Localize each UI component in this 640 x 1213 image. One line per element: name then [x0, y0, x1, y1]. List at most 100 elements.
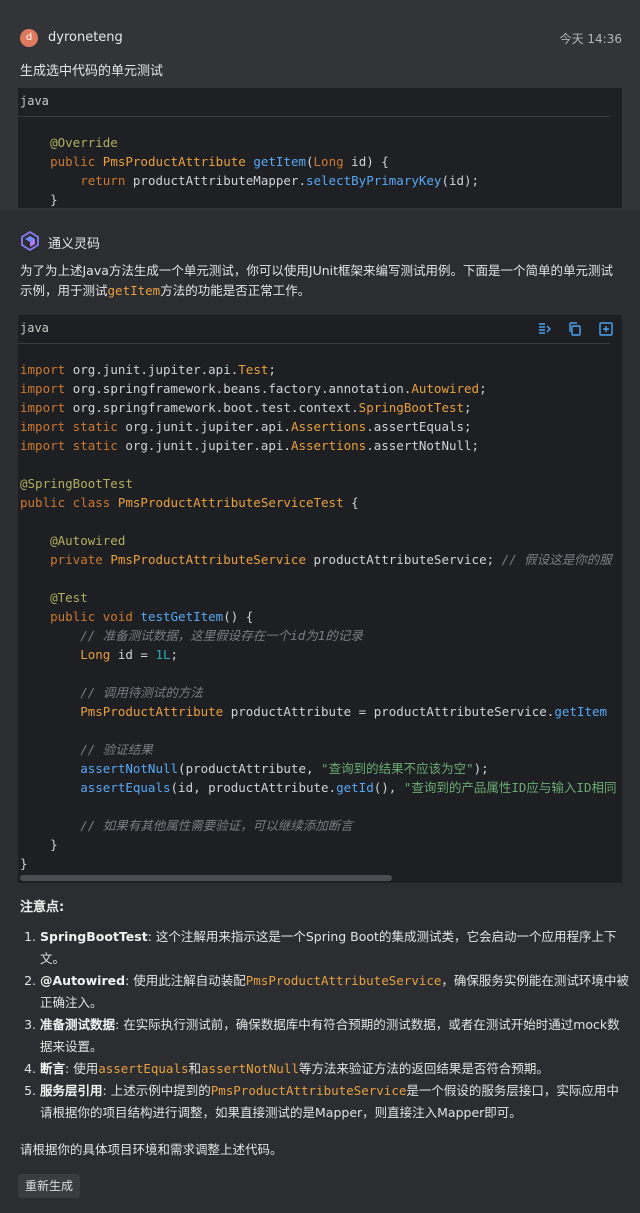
message-timestamp: 今天 14:36	[559, 32, 622, 46]
code-line: @Test	[20, 588, 616, 607]
code-token: id) {	[343, 154, 389, 169]
code-token: public void	[20, 609, 141, 624]
code-token: }	[20, 192, 58, 207]
code-token: "查询到的结果不应该为空"	[321, 761, 474, 776]
code-token: );	[473, 761, 489, 776]
closing-text: 请根据你的具体项目环境和需求调整上述代码。	[20, 1142, 283, 1157]
code-token: import static	[20, 438, 126, 453]
test-code-card: java import org.junit.jupiter.api.Test; i…	[18, 315, 622, 883]
code-token: @SpringBootTest	[20, 476, 133, 491]
code-line: import static org.junit.jupiter.api.Asse…	[20, 417, 616, 436]
code-line: // 如果有其他属性需要验证，可以继续添加断言	[20, 816, 616, 835]
code-line: import org.springframework.beans.factory…	[20, 379, 616, 398]
code-line: // 调用待测试的方法	[20, 683, 616, 702]
code-line: @SpringBootTest	[20, 474, 616, 493]
code-line: PmsProductAttribute productAttribute = p…	[20, 702, 616, 721]
intro-inline-code: getItem	[107, 283, 161, 298]
code-token: // 假设这是你的服	[501, 552, 612, 567]
code-token: (productAttribute,	[178, 761, 322, 776]
code-token: public class	[20, 495, 118, 510]
code-token: Long	[313, 154, 344, 169]
code-token: 1L	[155, 647, 171, 662]
note-text: : 使用此注解自动装配	[125, 973, 246, 988]
assistant-intro: 为了为上述Java方法生成一个单元测试，你可以使用JUnit框架来编写测试用例。…	[20, 261, 616, 301]
code-token: testGetItem	[140, 609, 224, 624]
code-line: assertNotNull(productAttribute, "查询到的结果不…	[20, 759, 616, 778]
code-token: "查询到的产品属性ID应与输入ID相同	[403, 780, 617, 795]
new-file-icon[interactable]	[598, 321, 614, 337]
code-token: productAttribute = productAttributeServi…	[223, 704, 555, 719]
user-header: d dyroneteng 今天 14:36	[18, 27, 622, 49]
code-line: public class PmsProductAttributeServiceT…	[20, 493, 616, 512]
code-token: ;	[479, 381, 487, 396]
note-inline-code: assertNotNull	[201, 1061, 299, 1076]
code-line: }	[20, 854, 616, 873]
code-language-label: java	[20, 94, 49, 108]
code-line: @Autowired	[20, 531, 616, 550]
note-text: : 在实际执行测试前，确保数据库中有符合预期的测试数据，或者在测试开始时通过mo…	[40, 1017, 620, 1054]
code-line: // 验证结果	[20, 740, 616, 759]
assistant-name: 通义灵码	[48, 237, 101, 252]
code-line: // 准备测试数据，这里假设存在一个id为1的记录	[20, 626, 616, 645]
code-token: getId	[336, 780, 374, 795]
code-line: }	[20, 835, 616, 854]
note-item: SpringBootTest: 这个注解用来指示这是一个Spring Boot的…	[40, 926, 630, 970]
code-line: public PmsProductAttribute getItem(Long …	[20, 152, 479, 171]
code-token: // 验证结果	[20, 742, 153, 757]
code-token: import	[20, 362, 73, 377]
assistant-header: 通义灵码	[18, 230, 318, 252]
code-token: (),	[373, 780, 404, 795]
code-token: {	[343, 495, 359, 510]
code-line: import org.springframework.boot.test.con…	[20, 398, 616, 417]
note-text: 和	[188, 1061, 202, 1076]
code-token: import static	[20, 419, 126, 434]
code-token: org.junit.jupiter.api.	[125, 438, 291, 453]
note-inline-code: assertEquals	[98, 1061, 189, 1076]
code-token: .assertNotNull;	[366, 438, 480, 453]
code-line: assertEquals(id, productAttribute.getId(…	[20, 778, 616, 797]
note-label: @Autowired	[40, 973, 126, 988]
user-message-block: d dyroneteng 今天 14:36 生成选中代码的单元测试 java @…	[0, 0, 640, 210]
code-token: Long	[20, 647, 111, 662]
note-item: 服务层引用: 上述示例中提到的PmsProductAttributeServic…	[40, 1080, 630, 1124]
code-line: public void testGetItem() {	[20, 607, 616, 626]
note-inline-code: PmsProductAttributeService	[245, 973, 442, 988]
user-message-text: 生成选中代码的单元测试	[20, 64, 164, 79]
note-label: 断言	[40, 1061, 66, 1076]
regenerate-button[interactable]: 重新生成	[18, 1174, 81, 1198]
code-line: private PmsProductAttributeService produ…	[20, 550, 616, 569]
note-item: @Autowired: 使用此注解自动装配PmsProductAttribute…	[40, 970, 630, 1014]
note-text: : 上述示例中提到的	[102, 1083, 211, 1098]
code-token: @Autowired	[20, 533, 126, 548]
code-horizontal-scrollbar[interactable]	[20, 875, 392, 881]
code-token: (id, productAttribute.	[170, 780, 337, 795]
selected-code-card: java @Override public PmsProductAttribut…	[18, 88, 622, 208]
code-line: return productAttributeMapper.selectByPr…	[20, 171, 479, 190]
code-token: PmsProductAttribute	[102, 154, 254, 169]
notes-title: 注意点:	[20, 900, 65, 915]
note-item: 准备测试数据: 在实际执行测试前，确保数据库中有符合预期的测试数据，或者在测试开…	[40, 1014, 630, 1058]
selected-code-body: @Override public PmsProductAttribute get…	[20, 114, 479, 208]
code-token: (id);	[441, 173, 480, 188]
code-token: id =	[110, 647, 156, 662]
copy-icon[interactable]	[567, 321, 583, 337]
code-token: }	[20, 856, 28, 871]
user-avatar: d	[20, 29, 38, 47]
code-token: }	[20, 837, 58, 852]
note-text: : 使用	[65, 1061, 99, 1076]
code-line: }	[20, 190, 479, 208]
code-line: @Override	[20, 133, 479, 152]
note-item: 断言: 使用assertEquals和assertNotNull等方法来验证方法…	[40, 1058, 630, 1080]
code-token: Test	[238, 362, 269, 377]
code-token: ;	[170, 647, 179, 662]
intro-text-after: 方法的功能是否正常工作。	[160, 283, 311, 298]
username: dyroneteng	[48, 30, 123, 45]
code-toolbar	[526, 321, 614, 337]
code-token: .assertEquals;	[366, 419, 472, 434]
insert-icon[interactable]	[536, 321, 552, 337]
code-token: selectByPrimaryKey	[305, 173, 442, 188]
